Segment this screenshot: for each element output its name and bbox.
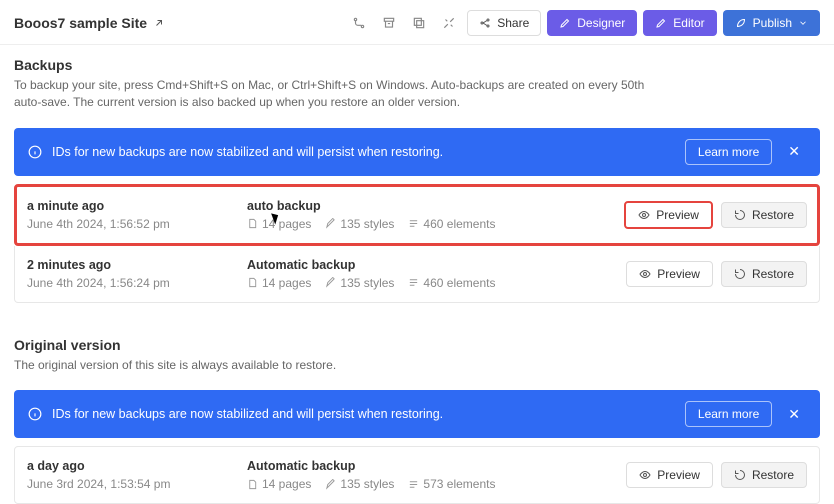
styles-meta: 135 styles (325, 276, 394, 290)
backup-time: a day ago June 3rd 2024, 1:53:54 pm (27, 459, 237, 491)
pencil-icon (559, 17, 571, 29)
elements-meta: 460 elements (408, 276, 495, 290)
eye-icon (638, 209, 650, 221)
restore-icon (734, 209, 746, 221)
restore-button[interactable]: Restore (721, 261, 807, 287)
eye-icon (639, 469, 651, 481)
site-title: Booos7 sample Site (14, 15, 147, 31)
copy-icon[interactable] (407, 11, 431, 35)
preview-button[interactable]: Preview (624, 201, 713, 229)
close-icon[interactable]: ✕ (782, 141, 806, 162)
restore-button[interactable]: Restore (721, 462, 807, 488)
designer-button[interactable]: Designer (547, 10, 637, 36)
list-icon (408, 479, 419, 490)
preview-label: Preview (657, 267, 700, 281)
pencil-icon (655, 17, 667, 29)
backup-details: Automatic backup 14 pages 135 styles 573… (247, 459, 616, 491)
restore-label: Restore (752, 468, 794, 482)
relative-time: a day ago (27, 459, 237, 473)
designer-label: Designer (577, 16, 625, 30)
site-title-wrap: Booos7 sample Site (14, 15, 165, 31)
topbar: Booos7 sample Site Share Designer Editor… (0, 0, 834, 45)
pages-meta: 14 pages (247, 276, 311, 290)
brush-icon (325, 277, 336, 288)
share-label: Share (497, 16, 529, 30)
backups-section-header: Backups To backup your site, press Cmd+S… (0, 45, 834, 118)
original-title: Original version (14, 337, 820, 353)
styles-meta: 135 styles (325, 217, 394, 231)
info-icon (28, 145, 42, 159)
close-icon[interactable]: ✕ (782, 404, 806, 425)
preview-label: Preview (656, 208, 699, 222)
original-section-header: Original version The original version of… (0, 325, 834, 380)
page-icon (247, 479, 258, 490)
publish-label: Publish (753, 16, 792, 30)
restore-icon (734, 469, 746, 481)
backup-details: Automatic backup 14 pages 135 styles 460… (247, 258, 616, 290)
publish-button[interactable]: Publish (723, 10, 820, 36)
page-icon (247, 277, 258, 288)
open-external-icon[interactable] (153, 17, 165, 29)
brush-icon (325, 218, 336, 229)
backup-list: 2 minutes ago June 4th 2024, 1:56:24 pm … (14, 246, 820, 303)
backup-name: auto backup (247, 199, 614, 213)
share-button[interactable]: Share (467, 10, 541, 36)
restore-label: Restore (752, 208, 794, 222)
brush-icon (325, 479, 336, 490)
archive-icon[interactable] (377, 11, 401, 35)
info-icon (28, 407, 42, 421)
preview-button[interactable]: Preview (626, 462, 713, 488)
banner-text: IDs for new backups are now stabilized a… (52, 145, 443, 159)
backups-desc: To backup your site, press Cmd+Shift+S o… (14, 77, 654, 112)
styles-meta: 135 styles (325, 477, 394, 491)
settings-icon[interactable] (437, 11, 461, 35)
chevron-down-icon (798, 18, 808, 28)
rocket-icon (735, 17, 747, 29)
backup-name: Automatic backup (247, 459, 616, 473)
backup-details: auto backup 14 pages 135 styles 460 elem… (247, 199, 614, 231)
backup-name: Automatic backup (247, 258, 616, 272)
topbar-actions: Share Designer Editor Publish (347, 10, 820, 36)
absolute-time: June 4th 2024, 1:56:52 pm (27, 217, 237, 231)
pages-meta: 14 pages (247, 477, 311, 491)
backups-title: Backups (14, 57, 820, 73)
info-banner: IDs for new backups are now stabilized a… (14, 390, 820, 438)
editor-button[interactable]: Editor (643, 10, 716, 36)
preview-label: Preview (657, 468, 700, 482)
backup-time: 2 minutes ago June 4th 2024, 1:56:24 pm (27, 258, 237, 290)
editor-label: Editor (673, 16, 704, 30)
elements-meta: 460 elements (408, 217, 495, 231)
backup-time: a minute ago June 4th 2024, 1:56:52 pm (27, 199, 237, 231)
eye-icon (639, 268, 651, 280)
branch-icon[interactable] (347, 11, 371, 35)
info-banner: IDs for new backups are now stabilized a… (14, 128, 820, 176)
learn-more-button[interactable]: Learn more (685, 401, 772, 427)
backup-row: a day ago June 3rd 2024, 1:53:54 pm Auto… (15, 447, 819, 503)
banner-text: IDs for new backups are now stabilized a… (52, 407, 443, 421)
original-desc: The original version of this site is alw… (14, 357, 654, 374)
restore-label: Restore (752, 267, 794, 281)
restore-button[interactable]: Restore (721, 202, 807, 228)
relative-time: a minute ago (27, 199, 237, 213)
preview-button[interactable]: Preview (626, 261, 713, 287)
learn-more-button[interactable]: Learn more (685, 139, 772, 165)
relative-time: 2 minutes ago (27, 258, 237, 272)
backup-row: 2 minutes ago June 4th 2024, 1:56:24 pm … (15, 246, 819, 302)
original-list: a day ago June 3rd 2024, 1:53:54 pm Auto… (14, 446, 820, 504)
list-icon (408, 277, 419, 288)
elements-meta: 573 elements (408, 477, 495, 491)
page-icon (247, 218, 258, 229)
list-icon (408, 218, 419, 229)
absolute-time: June 4th 2024, 1:56:24 pm (27, 276, 237, 290)
backup-row-highlighted: a minute ago June 4th 2024, 1:56:52 pm a… (14, 184, 820, 246)
restore-icon (734, 268, 746, 280)
absolute-time: June 3rd 2024, 1:53:54 pm (27, 477, 237, 491)
share-icon (479, 17, 491, 29)
